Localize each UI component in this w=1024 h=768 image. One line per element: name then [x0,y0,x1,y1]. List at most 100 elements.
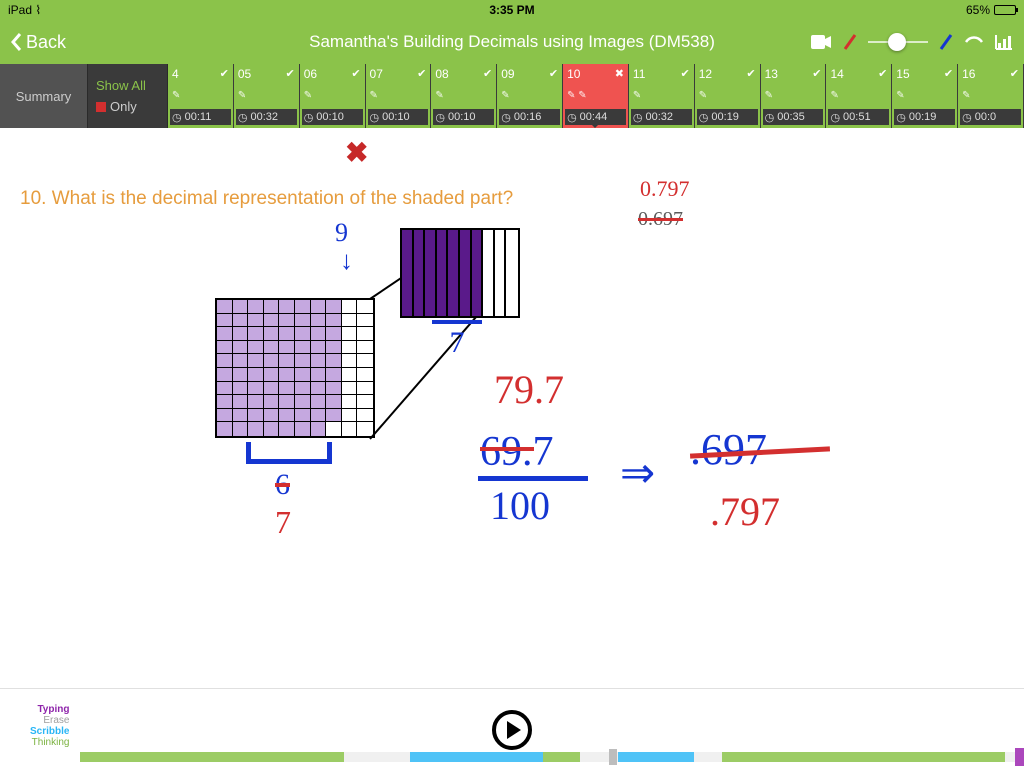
check-icon: ✔ [812,67,821,80]
check-icon: ✔ [483,67,492,80]
legend: Typing Erase Scribble Thinking [30,704,69,748]
thumb-num: 10 [567,67,580,81]
pencil-icon: ✎ [633,90,641,101]
thumb-num: 16 [962,67,975,81]
clock-icon: ◷ [172,111,182,124]
wifi-icon: ⌇ [35,3,41,17]
thumb-05[interactable]: 05✔✎◷ 00:32 [234,64,300,128]
wrong-x-icon: ✖ [345,136,368,169]
thumb-num: 09 [501,67,514,81]
thumb-num: 05 [238,67,251,81]
clock-icon: ◷ [435,111,445,124]
thumb-num: 4 [172,67,179,81]
thumb-time: ◷ 00:32 [631,109,692,125]
stats-icon[interactable] [994,33,1014,51]
battery-icon [994,5,1016,15]
thumb-4[interactable]: 4✔✎◷ 00:11 [168,64,234,128]
thumb-num: 08 [435,67,448,81]
hw-strike-6: 6 [275,468,290,502]
clock-icon: ◷ [567,111,577,124]
thumb-time: ◷ 00:51 [828,109,889,125]
thumb-num: 12 [699,67,712,81]
check-icon: ✔ [220,67,229,80]
thumb-num: 06 [304,67,317,81]
clock-icon: ◷ [765,111,775,124]
thumb-time: ◷ 00:10 [368,109,429,125]
red-pen-icon[interactable] [842,33,858,51]
thumb-time: ◷ 00:32 [236,109,297,125]
pencil-icon: ✎ [962,90,970,101]
thumb-16[interactable]: 16✔✎◷ 00:0 [958,64,1024,128]
thumb-time: ◷ 00:35 [763,109,824,125]
stroke-slider[interactable] [868,41,928,43]
clock-icon: ◷ [370,111,380,124]
check-icon: ✔ [417,67,426,80]
check-icon: ✔ [944,67,953,80]
camera-icon[interactable] [810,34,832,50]
pencil-icon: ✎ [830,90,838,101]
thumb-list: 4✔✎◷ 00:1105✔✎◷ 00:3206✔✎◷ 00:1007✔✎◷ 00… [168,64,1024,128]
summary-button[interactable]: Summary [0,64,88,128]
x-icon: ✖ [615,67,624,80]
show-all-toggle[interactable]: Show All [96,78,167,93]
clock-icon: ◷ [304,111,314,124]
pencil-icon: ✎ [765,90,773,101]
clock-icon: ◷ [962,111,972,124]
only-toggle[interactable]: Only [96,99,167,114]
thumb-14[interactable]: 14✔✎◷ 00:51 [826,64,892,128]
pencil-icon: ✎ [172,90,180,101]
playback-footer: Typing Erase Scribble Thinking [0,688,1024,768]
thumb-num: 07 [370,67,383,81]
ios-status-bar: iPad ⌇ 3:35 PM 65% [0,0,1024,20]
thumb-12[interactable]: 12✔✎◷ 00:19 [695,64,761,128]
thumb-11[interactable]: 11✔✎◷ 00:32 [629,64,695,128]
thumb-15[interactable]: 15✔✎◷ 00:19 [892,64,958,128]
hw-top-digit: 9 [335,218,348,248]
thumb-08[interactable]: 08 ✔ ✎ ◷ 00:10 [431,64,497,128]
answer-wrong: 0.697 [638,208,683,231]
thumb-time: ◷ 00:44 [565,109,626,125]
pencil-icon: ✎ [501,90,509,101]
check-icon: ✔ [549,67,558,80]
zoom-grid [400,228,520,318]
blue-pen-icon[interactable] [938,33,954,51]
check-icon: ✔ [681,67,690,80]
play-button[interactable] [492,710,532,750]
thumb-13[interactable]: 13✔✎◷ 00:35 [761,64,827,128]
pencil-icon: ✎ [370,90,378,101]
thumb-10[interactable]: 10✖✎ ✎◷ 00:44 [563,64,629,128]
back-button[interactable]: Back [10,32,66,53]
pencil-icon: ✎ [699,90,707,101]
fraction-bar [478,476,588,481]
bracket-icon [246,442,332,464]
timeline[interactable] [80,752,1024,762]
record-dot-icon [96,102,106,112]
clock-icon: ◷ [830,111,840,124]
thumb-time: ◷ 00:10 [433,109,494,125]
share-icon[interactable] [964,34,984,50]
filter-panel: Show All Only [88,64,168,128]
battery-pct: 65% [966,3,990,17]
app-header: Back Samantha's Building Decimals using … [0,20,1024,64]
question-text: 10. What is the decimal representation o… [20,188,513,210]
thumb-time: ◷ 00:16 [499,109,560,125]
thumb-time: ◷ 00:19 [697,109,758,125]
pencil-icon: ✎ [304,90,312,101]
down-arrow-icon: ↓ [340,246,353,276]
question-strip: Summary Show All Only 4✔✎◷ 00:1105✔✎◷ 00… [0,64,1024,128]
check-icon: ✔ [351,67,360,80]
thumb-num: 14 [830,67,843,81]
thumb-09[interactable]: 09 ✔ ✎ ◷ 00:16 [497,64,563,128]
thumb-06[interactable]: 06 ✔ ✎ ◷ 00:10 [300,64,366,128]
device-label: iPad [8,3,32,17]
thumb-07[interactable]: 07 ✔ ✎ ◷ 00:10 [366,64,432,128]
clock-icon: ◷ [633,111,643,124]
hw-797-tenths: 79.7 [494,366,564,413]
pencil-icon: ✎ [896,90,904,101]
clock-icon: ◷ [699,111,709,124]
thumb-time: ◷ 00:10 [302,109,363,125]
check-icon: ✔ [1010,67,1019,80]
work-canvas[interactable]: ✖ 10. What is the decimal representation… [0,128,1024,688]
pencil-icon: ✎ [435,90,443,101]
clock-icon: ◷ [238,111,248,124]
